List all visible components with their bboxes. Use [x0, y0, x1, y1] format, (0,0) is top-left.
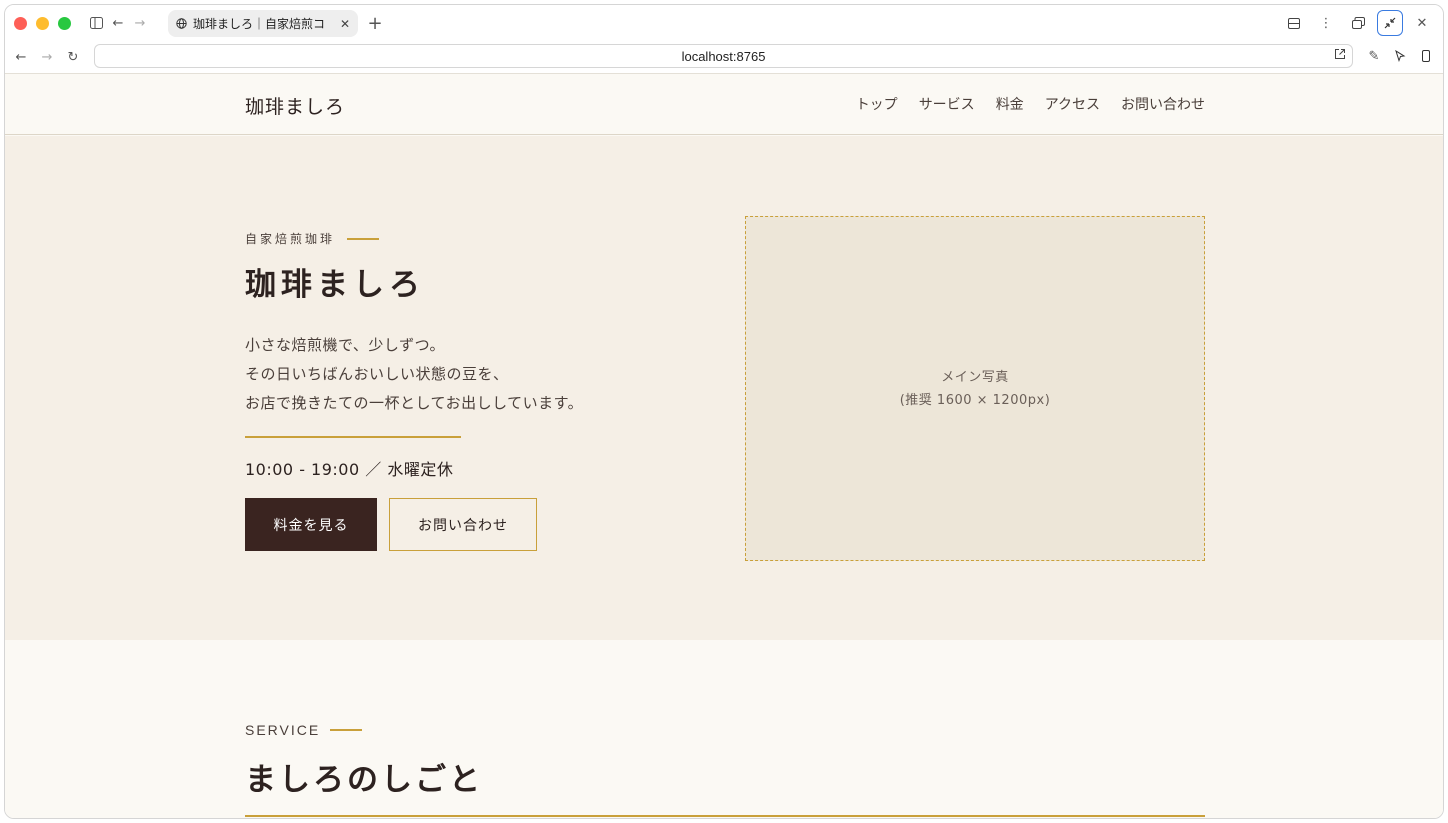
forward-icon[interactable]: → [36, 46, 58, 68]
lead-line: その日いちばんおいしい状態の豆を、 [245, 365, 509, 383]
new-tab-icon[interactable]: + [364, 12, 386, 34]
exit-fullscreen-icon[interactable] [1377, 10, 1403, 36]
nav-item-access[interactable]: アクセス [1045, 94, 1100, 114]
nav-item-top[interactable]: トップ [856, 94, 898, 114]
address-bar-row: ← → ↻ localhost:8765 ✎ [5, 41, 1443, 73]
url-text: localhost:8765 [681, 48, 766, 64]
service-eyebrow: SERVICE [245, 722, 363, 738]
tab-title: 珈琲ましろ｜自家焙煎コ [193, 17, 326, 31]
minimize-window-button[interactable] [36, 16, 49, 30]
nav-item-service[interactable]: サービス [919, 94, 975, 114]
hero-divider [245, 436, 461, 438]
window-controls [14, 16, 71, 30]
hero-section: 自家焙煎珈琲 珈琲ましろ 小さな焙煎機で、少しずつ。 その日いちばんおいしい状態… [5, 136, 1443, 640]
main-photo-placeholder: メイン写真 (推奨 1600 × 1200px) [745, 216, 1205, 561]
back-icon[interactable]: ← [10, 46, 32, 68]
service-title: ましろのしごと [245, 762, 483, 798]
eyebrow-rule [330, 729, 363, 731]
service-eyebrow-text: SERVICE [245, 722, 321, 738]
tab-layout-icon[interactable] [1281, 10, 1307, 36]
tab-back-icon[interactable]: ← [107, 12, 129, 34]
close-window-button[interactable] [14, 16, 27, 30]
photo-label: メイン写真 [941, 369, 1009, 385]
navigation-buttons: ← → ↻ [10, 46, 84, 68]
global-nav: トップ サービス 料金 アクセス お問い合わせ [856, 94, 1205, 114]
tab-forward-icon[interactable]: → [129, 12, 151, 34]
service-divider [245, 815, 1205, 817]
reload-icon[interactable]: ↻ [62, 46, 84, 68]
nav-item-price[interactable]: 料金 [996, 94, 1024, 114]
web-page: 珈琲ましろ トップ サービス 料金 アクセス お問い合わせ 自家焙煎珈琲 珈琲ま… [5, 73, 1443, 818]
open-external-icon[interactable] [1334, 48, 1346, 63]
globe-icon [176, 18, 187, 29]
service-section: SERVICE ましろのしごと [5, 640, 1443, 818]
site-header: 珈琲ましろ トップ サービス 料金 アクセス お問い合わせ [5, 74, 1443, 135]
edit-icon[interactable]: ✎ [1363, 45, 1385, 67]
picture-in-picture-icon[interactable] [1345, 10, 1371, 36]
photo-size-note: (推奨 1600 × 1200px) [899, 392, 1051, 408]
business-hours: 10:00 - 19:00 ／ 水曜定休 [245, 460, 454, 479]
toolbar-right: ⋮ ✕ [1281, 10, 1435, 36]
tab-bar: ← → 珈琲ましろ｜自家焙煎コ ✕ + ⋮ ✕ [5, 5, 1443, 41]
url-field[interactable]: localhost:8765 [94, 44, 1353, 68]
contact-button[interactable]: お問い合わせ [389, 498, 537, 551]
eyebrow-rule [347, 237, 380, 240]
browser-window: ← → 珈琲ましろ｜自家焙煎コ ✕ + ⋮ ✕ ← → ↻ localhost:… [4, 4, 1444, 819]
hero-lead: 小さな焙煎機で、少しずつ。 その日いちばんおいしい状態の豆を、 お店で挽きたての… [245, 331, 583, 418]
close-icon[interactable]: ✕ [1409, 10, 1435, 36]
sidebar-toggle-icon[interactable] [85, 12, 107, 34]
hero-eyebrow-text: 自家焙煎珈琲 [245, 232, 336, 246]
nav-item-contact[interactable]: お問い合わせ [1121, 94, 1205, 114]
device-icon[interactable] [1415, 45, 1437, 67]
more-menu-icon[interactable]: ⋮ [1313, 10, 1339, 36]
cursor-icon[interactable] [1389, 45, 1411, 67]
hero-eyebrow: 自家焙煎珈琲 [245, 230, 380, 247]
lead-line: お店で挽きたての一杯としてお出ししています。 [245, 394, 584, 412]
hero-title: 珈琲ましろ [245, 267, 425, 303]
site-logo[interactable]: 珈琲ましろ [245, 92, 345, 119]
lead-line: 小さな焙煎機で、少しずつ。 [245, 336, 446, 354]
view-price-button[interactable]: 料金を見る [245, 498, 377, 551]
address-bar-tools: ✎ [1363, 45, 1437, 67]
close-tab-icon[interactable]: ✕ [340, 17, 350, 31]
zoom-window-button[interactable] [58, 16, 71, 30]
active-tab[interactable]: 珈琲ましろ｜自家焙煎コ ✕ [168, 10, 358, 37]
